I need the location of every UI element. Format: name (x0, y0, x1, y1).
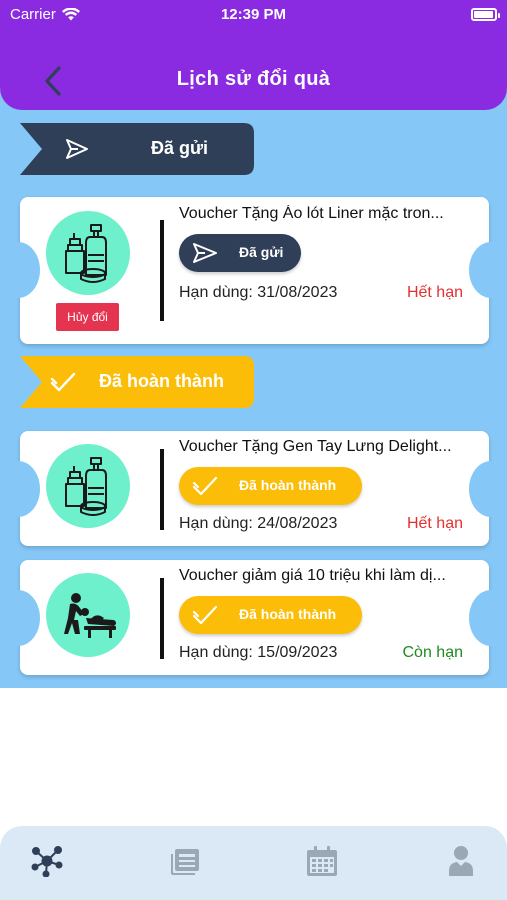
cosmetics-icon (65, 457, 107, 516)
status-pill-label: Đã hoàn thành (239, 477, 337, 493)
news-icon (171, 849, 199, 875)
status-pill-sent: Đã gửi (179, 234, 301, 272)
spa-treatment-icon (64, 593, 116, 638)
section-done-label: Đã hoàn thành (99, 371, 224, 391)
status-pill-done: Đã hoàn thành (179, 467, 362, 505)
calendar-icon (307, 846, 337, 876)
validity-status: Hết hạn (406, 515, 463, 532)
validity-status: Còn hạn (402, 644, 464, 661)
cosmetics-icon (46, 211, 130, 295)
status-pill-label: Đã hoàn thành (239, 606, 337, 622)
card-divider (160, 578, 164, 659)
voucher-list: Đã gửi Hủy đổi Voucher Tặng Áo lót Liner… (0, 90, 507, 688)
spa-treatment-icon (46, 573, 130, 657)
status-pill-done: Đã hoàn thành (179, 596, 362, 634)
section-done-tag: Đã hoàn thành (20, 356, 254, 408)
card-divider (160, 220, 164, 321)
tab-news[interactable] (168, 844, 202, 878)
ticket-notch (0, 461, 40, 517)
bottom-tab-bar (0, 826, 507, 900)
expiry-date: Hạn dùng: 24/08/2023 (179, 515, 338, 532)
ticket-notch (0, 590, 40, 646)
tab-network[interactable] (30, 844, 64, 878)
cancel-exchange-button[interactable]: Hủy đổi (56, 303, 119, 331)
ticket-notch (469, 242, 507, 298)
tab-calendar[interactable] (305, 844, 339, 878)
battery-level (474, 11, 493, 18)
tab-profile[interactable] (444, 844, 478, 878)
header: Carrier 12:39 PM Lịch sử đổi quà (0, 0, 507, 110)
voucher-title: Voucher Tặng Áo lót Liner mặc tron... (179, 205, 444, 222)
status-bar: Carrier 12:39 PM (0, 0, 507, 30)
validity-status: Hết hạn (406, 284, 463, 301)
battery-icon (471, 8, 500, 21)
cosmetics-icon (65, 224, 107, 283)
profile-icon (449, 846, 473, 876)
voucher-card[interactable]: Voucher Tặng Gen Tay Lưng Delight... Đã … (0, 431, 507, 546)
voucher-title: Voucher Tặng Gen Tay Lưng Delight... (179, 438, 452, 455)
cosmetics-icon (46, 444, 130, 528)
network-icon (31, 846, 63, 877)
card-divider (160, 449, 164, 530)
voucher-card[interactable]: Voucher giảm giá 10 triệu khi làm dị... … (0, 560, 507, 675)
section-sent-tag: Đã gửi (20, 123, 254, 175)
page-title: Lịch sử đổi quà (176, 68, 331, 90)
expiry-date: Hạn dùng: 31/08/2023 (179, 284, 338, 301)
ticket-notch (0, 242, 40, 298)
status-pill-label: Đã gửi (239, 244, 284, 260)
voucher-title: Voucher giảm giá 10 triệu khi làm dị... (179, 567, 446, 584)
gift-history-screen: Carrier 12:39 PM Lịch sử đổi quà Đã gửi … (0, 0, 507, 900)
voucher-card[interactable]: Hủy đổi Voucher Tặng Áo lót Liner mặc tr… (0, 197, 507, 344)
expiry-date: Hạn dùng: 15/09/2023 (179, 644, 338, 661)
section-sent-label: Đã gửi (151, 138, 209, 158)
ticket-notch (469, 590, 507, 646)
status-time: 12:39 PM (220, 6, 287, 23)
ticket-notch (469, 461, 507, 517)
